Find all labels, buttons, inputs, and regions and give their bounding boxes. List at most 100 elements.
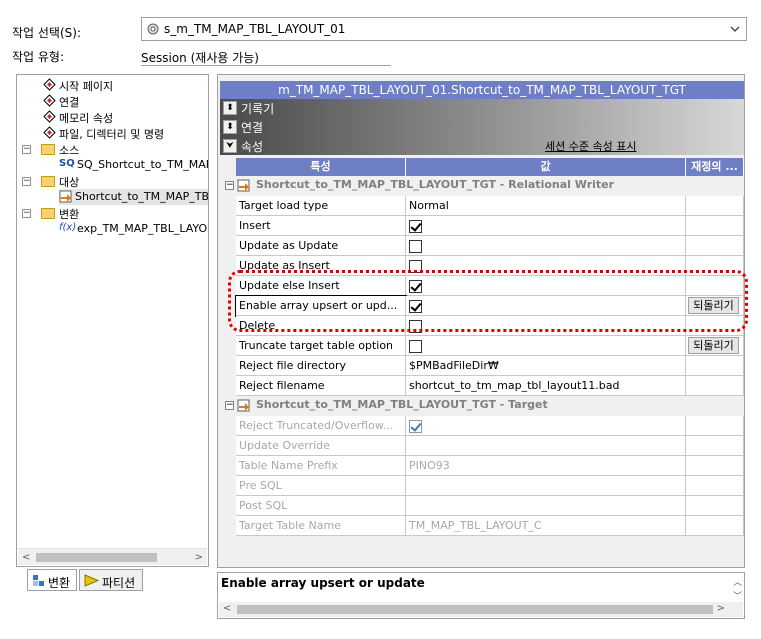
table-row: Target load type Normal [220, 196, 744, 216]
task-select-value: s_m_TM_MAP_TBL_LAYOUT_01 [164, 22, 346, 36]
navigation-tree[interactable]: 시작 페이지 연결 메모리 속성 파일, 디렉터리 및 명령 − 소스 SQ S… [16, 74, 209, 567]
attribute-cell[interactable]: Update as Update [236, 236, 406, 256]
attribute-cell[interactable]: Post SQL [236, 496, 406, 516]
attribute-cell[interactable]: Pre SQL [236, 476, 406, 496]
override-cell [686, 456, 744, 476]
attribute-cell[interactable]: Reject filename [236, 376, 406, 396]
override-cell [686, 376, 744, 396]
table-row: Truncate target table option 되돌리기 [220, 336, 744, 356]
task-type-label: 작업 유형: [12, 50, 65, 64]
attribute-cell[interactable]: Reject Truncated/Overflow... [236, 416, 406, 436]
partition-flag-icon [84, 574, 99, 587]
attribute-name: Reject filename [239, 379, 325, 392]
collapse-icon[interactable]: − [22, 145, 31, 154]
diamond-icon [43, 126, 56, 139]
value-cell[interactable] [406, 436, 686, 456]
col-header-attribute[interactable]: 특성 [236, 158, 406, 176]
value-cell[interactable] [406, 496, 686, 516]
section-writer[interactable]: ⬍ 기록기 [220, 99, 744, 117]
description-box: Enable array upsert or update ︿ ﹀ < > [217, 572, 745, 619]
override-cell [686, 476, 744, 496]
col-header-override[interactable]: 재정의 ... [686, 158, 744, 176]
collapse-icon[interactable]: − [225, 401, 234, 410]
attribute-value: TM_MAP_TBL_LAYOUT_C [409, 519, 542, 532]
task-select-combo[interactable]: s_m_TM_MAP_TBL_LAYOUT_01 [141, 17, 747, 41]
task-type-value: Session (재사용 가능) [141, 51, 259, 65]
attribute-cell[interactable]: Truncate target table option [236, 336, 406, 356]
attribute-cell[interactable]: Target load type [236, 196, 406, 216]
collapse-icon[interactable]: − [225, 181, 234, 190]
value-cell[interactable]: PINO93 [406, 456, 686, 476]
group-title: Shortcut_to_TM_MAP_TBL_LAYOUT_TGT - Rela… [256, 178, 615, 191]
table-row: Pre SQL [220, 476, 744, 496]
scroll-right-icon[interactable]: > [195, 552, 203, 563]
table-row: Reject Truncated/Overflow... [220, 416, 744, 436]
attribute-cell[interactable]: Table Name Prefix [236, 456, 406, 476]
checkbox[interactable] [409, 420, 422, 433]
value-cell[interactable] [406, 336, 686, 356]
attribute-cell[interactable]: Reject file directory [236, 356, 406, 376]
description-text: Enable array upsert or update [221, 576, 425, 590]
checkbox[interactable] [409, 240, 422, 253]
value-cell[interactable]: $PMBadFileDir₩ [406, 356, 686, 376]
scroll-thumb[interactable] [237, 605, 713, 614]
tab-transform[interactable]: 변환 [27, 569, 77, 591]
override-cell [686, 416, 744, 436]
tree-horizontal-scrollbar[interactable]: < > [18, 548, 207, 565]
tree-item-shortcut-target[interactable]: Shortcut_to_TM_MAP_TBL_ [59, 189, 208, 205]
folder-icon [41, 208, 55, 219]
value-cell[interactable] [406, 476, 686, 496]
override-cell [686, 216, 744, 236]
scroll-left-icon[interactable]: < [22, 552, 30, 563]
attribute-value: Normal [409, 199, 449, 212]
scroll-down-icon[interactable]: ﹀ [733, 589, 742, 602]
session-gear-icon [147, 23, 159, 35]
revert-button[interactable]: 되돌리기 [688, 337, 739, 354]
attribute-name: Reject Truncated/Overflow... [239, 419, 394, 432]
chevron-down-icon[interactable] [726, 19, 744, 39]
attribute-cell[interactable]: Insert [236, 216, 406, 236]
value-cell[interactable] [406, 236, 686, 256]
description-scrollbar[interactable]: < > [219, 602, 743, 617]
table-row: Post SQL [220, 496, 744, 516]
scroll-up-icon[interactable]: ︿ [733, 575, 742, 588]
value-cell[interactable]: Normal [406, 196, 686, 216]
attribute-value: PINO93 [409, 459, 450, 472]
override-cell [686, 516, 744, 536]
target-icon [237, 179, 250, 192]
value-cell[interactable]: shortcut_to_tm_map_tbl_layout11.bad [406, 376, 686, 396]
attribute-name: Post SQL [239, 499, 288, 512]
section-header: ⬍ 기록기 ⬍ 연결 ⮟ 속성 세션 수준 속성 표시 [220, 99, 744, 155]
collapse-icon[interactable]: − [22, 177, 31, 186]
group-header[interactable]: − Shortcut_to_TM_MAP_TBL_LAYOUT_TGT - Rel… [220, 176, 744, 196]
collapse-arrows-icon[interactable]: ⮟ [223, 139, 237, 153]
collapse-icon[interactable]: − [22, 209, 31, 218]
session-level-link[interactable]: 세션 수준 속성 표시 [545, 138, 636, 154]
source-qualifier-icon: SQ [59, 158, 75, 169]
attribute-cell[interactable]: Target Table Name [236, 516, 406, 536]
group-header[interactable]: − Shortcut_to_TM_MAP_TBL_LAYOUT_TGT - Tar… [220, 396, 744, 416]
attribute-name: Truncate target table option [239, 339, 394, 352]
attribute-cell[interactable]: Update Override [236, 436, 406, 456]
scroll-thumb[interactable] [36, 553, 157, 562]
section-connection[interactable]: ⬍ 연결 [220, 118, 744, 136]
section-properties[interactable]: ⮟ 속성 세션 수준 속성 표시 [220, 137, 744, 155]
scroll-right-icon[interactable]: > [717, 603, 725, 614]
checkbox[interactable] [409, 220, 422, 233]
attribute-name: Reject file directory [239, 359, 347, 372]
value-cell[interactable] [406, 216, 686, 236]
tab-partition[interactable]: 파티션 [79, 569, 143, 591]
target-icon [59, 190, 72, 203]
col-header-value[interactable]: 값 [406, 158, 686, 176]
table-row: Reject filename shortcut_to_tm_map_tbl_la… [220, 376, 744, 396]
scroll-left-icon[interactable]: < [223, 603, 231, 614]
table-row: Table Name Prefix PINO93 [220, 456, 744, 476]
table-row: Reject file directory $PMBadFileDir₩ [220, 356, 744, 376]
expand-icon[interactable]: ⬍ [223, 101, 237, 115]
expand-icon[interactable]: ⬍ [223, 120, 237, 134]
table-row: Update Override [220, 436, 744, 456]
value-cell[interactable] [406, 416, 686, 436]
value-cell[interactable]: TM_MAP_TBL_LAYOUT_C [406, 516, 686, 536]
checkbox[interactable] [409, 340, 422, 353]
attribute-name: Target Table Name [239, 519, 341, 532]
